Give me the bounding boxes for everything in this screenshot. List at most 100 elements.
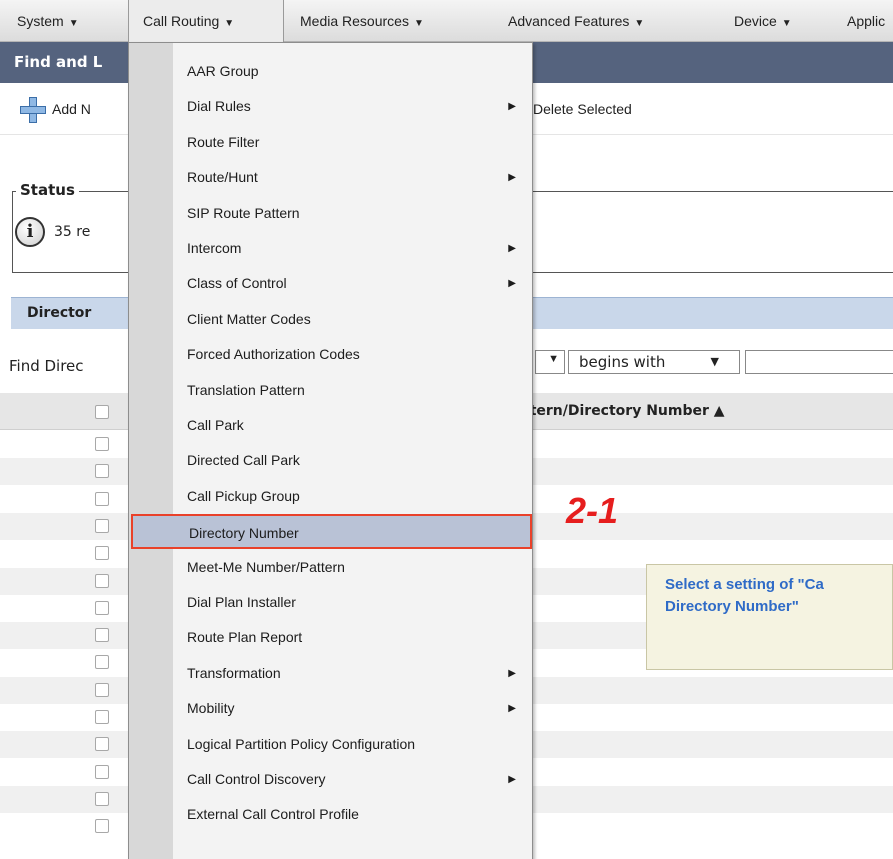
menu-item[interactable]: Call Pickup Group (173, 479, 533, 514)
column-header-directory-number[interactable]: ttern/Directory Number ▲ (523, 393, 725, 430)
row-checkbox[interactable] (95, 682, 109, 697)
menu-item-label: Mobility (187, 700, 235, 717)
chevron-down-icon: ▼ (634, 18, 645, 29)
menu-media-resources-label: Media Resources (300, 13, 409, 29)
submenu-arrow-icon: ▶ (508, 278, 516, 290)
row-checkbox[interactable] (95, 628, 109, 643)
sort-ascending-icon: ▲ (713, 403, 725, 419)
row-checkbox[interactable] (95, 737, 109, 752)
row-checkbox[interactable] (95, 546, 109, 561)
find-label: Find Direc (9, 357, 84, 375)
menu-gutter (129, 43, 173, 859)
menu-item[interactable]: Directed Call Park (173, 443, 533, 478)
find-field-select[interactable]: ▼ (535, 350, 565, 374)
row-checkbox[interactable] (95, 573, 109, 588)
menu-item[interactable]: Dial Plan Installer (173, 585, 533, 620)
menu-item[interactable]: Route Plan Report (173, 620, 533, 655)
menu-item-label: Call Park (187, 417, 244, 433)
step-annotation: 2-1 (566, 490, 619, 531)
chevron-down-icon: ▼ (68, 18, 79, 29)
submenu-arrow-icon: ▶ (508, 703, 516, 715)
callout-line-1: Select a setting of "Ca (665, 576, 824, 593)
menu-item-label: Call Pickup Group (187, 487, 300, 504)
row-checkbox[interactable] (95, 437, 109, 451)
menu-application-label: Applic (847, 13, 886, 29)
menu-item[interactable]: Client Matter Codes (173, 302, 533, 337)
find-input[interactable] (745, 350, 893, 374)
delete-selected-button[interactable]: Delete Selected (533, 83, 632, 135)
menu-item[interactable]: Call Control Discovery ▶ (173, 762, 533, 797)
menu-item-label: Directory Number (189, 525, 299, 542)
menu-item[interactable]: Route/Hunt ▶ (173, 160, 533, 195)
row-checkbox[interactable] (95, 491, 109, 506)
row-checkbox[interactable] (95, 764, 109, 779)
status-text: 35 re (54, 224, 91, 240)
menu-item-label: Class of Control (187, 275, 287, 292)
menu-bar: System ▼ Call Routing ▼ Media Resources ▼ A… (0, 0, 893, 43)
menu-item-label: Client Matter Codes (187, 310, 311, 327)
submenu-arrow-icon: ▶ (508, 172, 516, 184)
menu-device[interactable]: Device ▼ (734, 0, 834, 42)
menu-item[interactable]: Transformation ▶ (173, 656, 533, 691)
callout-text: Select a setting of "Ca Directory Number… (665, 574, 893, 618)
menu-item[interactable]: Forced Authorization Codes (173, 337, 533, 372)
add-new-button[interactable]: Add N (52, 83, 91, 135)
menu-item[interactable]: Dial Rules ▶ (173, 89, 533, 124)
column-header-label: ttern/Directory Number (523, 403, 709, 419)
row-checkbox[interactable] (95, 464, 109, 479)
menu-item-label: Route Plan Report (187, 629, 303, 646)
menu-call-routing[interactable]: Call Routing ▼ (128, 0, 284, 43)
menu-item[interactable]: Logical Partition Policy Configuration (173, 727, 533, 762)
menu-item[interactable]: SIP Route Pattern (173, 196, 533, 231)
menu-item-label: Route Filter (187, 133, 260, 150)
menu-item-label: Meet-Me Number/Pattern (187, 558, 345, 575)
menu-item[interactable]: Class of Control ▶ (173, 266, 533, 301)
menu-advanced-features-label: Advanced Features (508, 13, 630, 29)
chevron-down-icon: ▼ (224, 18, 235, 29)
menu-item[interactable]: External Call Control Profile (173, 797, 533, 832)
row-checkbox[interactable] (95, 819, 109, 834)
row-checkbox[interactable] (95, 791, 109, 806)
submenu-arrow-icon: ▶ (508, 101, 516, 113)
menu-system[interactable]: System ▼ (17, 0, 125, 42)
find-operator-select[interactable]: begins with ▼ (568, 350, 740, 374)
find-operator-value: begins with (579, 353, 666, 371)
menu-item-label: AAR Group (187, 63, 259, 79)
menu-item-label: Dial Rules (187, 98, 251, 115)
add-icon[interactable] (20, 97, 46, 123)
menu-call-routing-label: Call Routing (143, 13, 220, 29)
page-title: Find and L (14, 53, 103, 71)
status-legend: Status (16, 181, 79, 199)
menu-item-label: Dial Plan Installer (187, 594, 296, 610)
chevron-down-icon: ▼ (781, 18, 792, 29)
menu-item[interactable]: Directory Number (131, 514, 532, 550)
row-checkbox[interactable] (95, 710, 109, 724)
menu-item-label: Route/Hunt (187, 169, 258, 186)
row-checkbox[interactable] (95, 655, 109, 670)
menu-item-label: SIP Route Pattern (187, 204, 300, 221)
menu-item[interactable]: Meet-Me Number/Pattern (173, 550, 533, 585)
menu-item[interactable]: Mobility ▶ (173, 691, 533, 726)
menu-media-resources[interactable]: Media Resources ▼ (300, 0, 490, 42)
menu-item[interactable]: AAR Group (173, 54, 533, 89)
dropdown-arrow-icon: ▼ (710, 355, 719, 368)
submenu-arrow-icon: ▶ (508, 243, 516, 254)
row-checkbox[interactable] (95, 518, 109, 533)
menu-item-label: Forced Authorization Codes (187, 346, 360, 363)
menu-item[interactable]: Call Park (173, 408, 533, 443)
menu-item-label: Directed Call Park (187, 452, 300, 469)
menu-item-label: Logical Partition Policy Configuration (187, 735, 416, 752)
submenu-arrow-icon: ▶ (508, 774, 516, 785)
row-checkbox[interactable] (95, 600, 109, 615)
call-routing-dropdown: AAR Group Dial Rules ▶ Route Filter Route/Hu… (128, 42, 533, 859)
menu-item[interactable]: Intercom ▶ (173, 231, 533, 266)
menu-device-label: Device (734, 13, 777, 29)
menu-item-label: Translation Pattern (187, 381, 305, 398)
chevron-down-icon: ▼ (413, 18, 424, 29)
menu-application[interactable]: Applic (847, 0, 893, 42)
select-all-checkbox[interactable] (95, 405, 109, 419)
menu-item-label: Intercom (187, 240, 242, 256)
menu-advanced-features[interactable]: Advanced Features ▼ (508, 0, 710, 42)
menu-item[interactable]: Translation Pattern (173, 373, 533, 408)
menu-item[interactable]: Route Filter (173, 125, 533, 160)
